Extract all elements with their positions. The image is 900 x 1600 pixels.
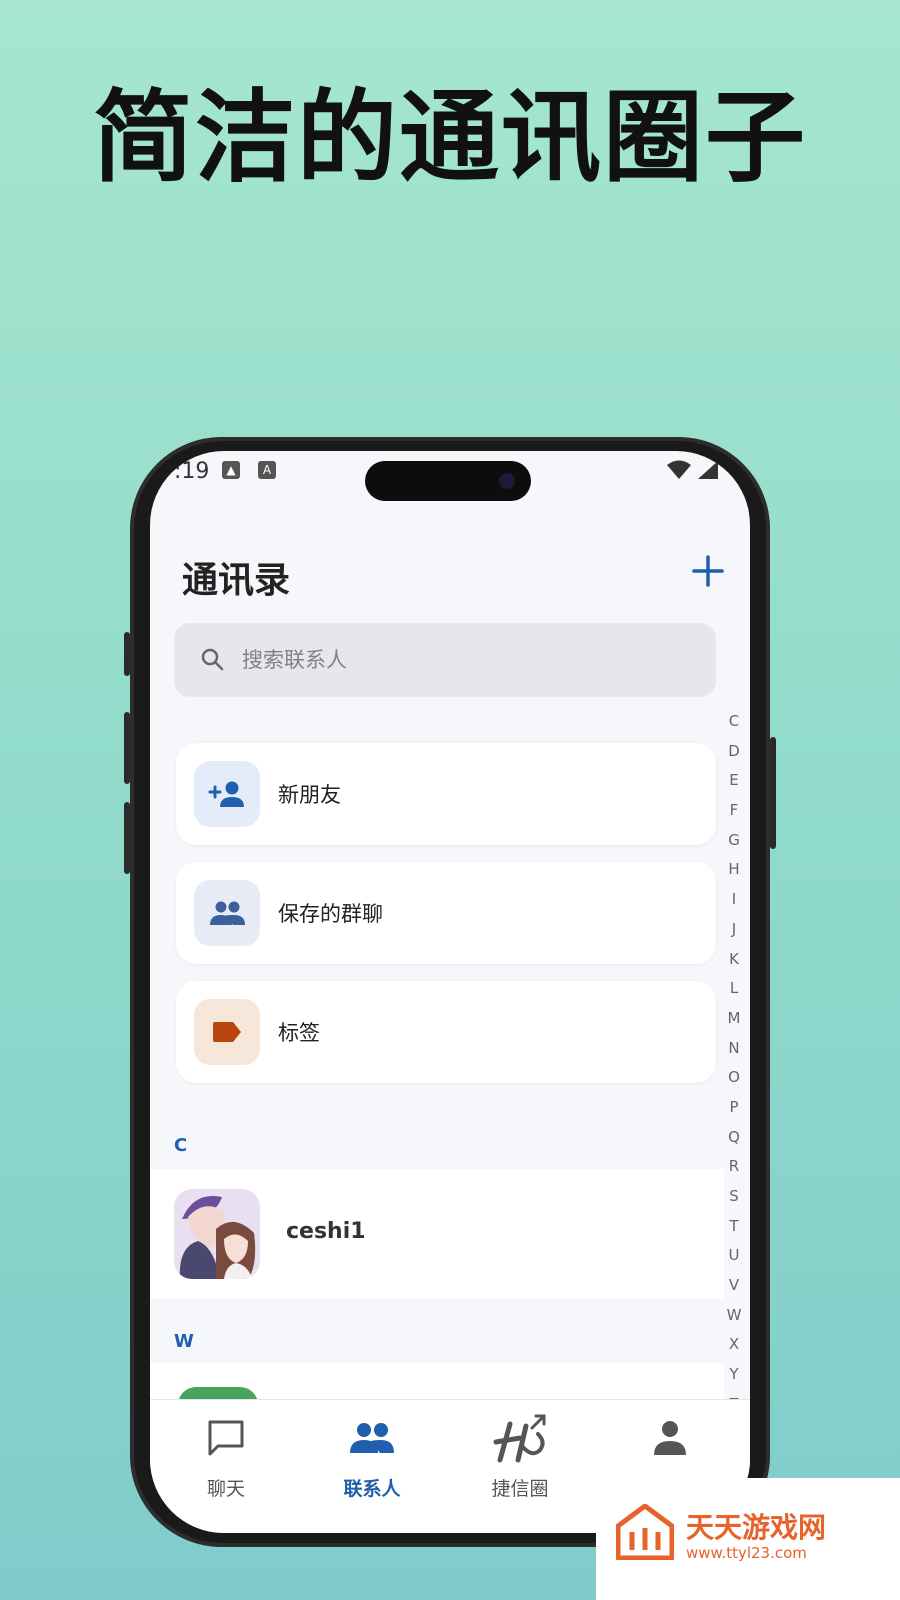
gallery-icon: ▲	[222, 461, 240, 479]
chat-icon	[166, 1412, 286, 1464]
index-letter[interactable]: O	[722, 1063, 746, 1093]
contact-row-partial[interactable]	[150, 1363, 724, 1417]
watermark-text: 天天游戏网	[686, 1511, 827, 1544]
tags-label: 标签	[278, 1021, 320, 1045]
contact-name: ceshi1	[286, 1219, 366, 1244]
page-title: 通讯录	[182, 560, 291, 601]
index-letter[interactable]: D	[722, 737, 746, 767]
index-letter[interactable]: X	[722, 1330, 746, 1360]
tab-label: 捷信圈	[491, 1478, 549, 1500]
index-letter[interactable]: P	[722, 1093, 746, 1123]
tag-icon	[194, 999, 260, 1065]
index-letter[interactable]: M	[722, 1004, 746, 1034]
index-letter[interactable]: J	[722, 915, 746, 945]
wifi-icon	[667, 460, 691, 479]
index-letter[interactable]: W	[722, 1301, 746, 1331]
tab-chat[interactable]: 聊天	[166, 1412, 286, 1501]
new-friends-label: 新朋友	[278, 783, 341, 807]
contacts-icon	[312, 1412, 432, 1464]
index-letter[interactable]: G	[722, 826, 746, 856]
avatar	[174, 1189, 260, 1279]
search-input[interactable]	[242, 639, 662, 681]
tags-card[interactable]: 标签	[176, 981, 716, 1083]
index-letter[interactable]: K	[722, 945, 746, 975]
index-letter[interactable]: Q	[722, 1123, 746, 1153]
watermark-logo-icon	[616, 1504, 674, 1560]
add-contact-button[interactable]	[688, 551, 728, 591]
saved-groups-card[interactable]: 保存的群聊	[176, 862, 716, 964]
index-letter[interactable]: N	[722, 1034, 746, 1064]
dynamic-island	[365, 461, 531, 501]
phone-side-button	[124, 632, 130, 676]
tab-label: 联系人	[343, 1478, 401, 1500]
index-letter[interactable]: V	[722, 1271, 746, 1301]
phone-screen: :19 ▲ A 通讯录 搜索联系人 新朋友 保存的群聊 标签 C ceshi1 …	[150, 451, 750, 1533]
phone-frame: :19 ▲ A 通讯录 搜索联系人 新朋友 保存的群聊 标签 C ceshi1 …	[124, 437, 776, 1547]
index-letter[interactable]: E	[722, 766, 746, 796]
index-letter[interactable]: U	[722, 1241, 746, 1271]
group-icon	[194, 880, 260, 946]
index-letter[interactable]: L	[722, 974, 746, 1004]
watermark-url: www.ttyl23.com	[686, 1544, 807, 1562]
section-header-w: W	[174, 1331, 194, 1352]
search-bar[interactable]	[174, 623, 716, 697]
index-letter[interactable]: F	[722, 796, 746, 826]
watermark: 天天游戏网 www.ttyl23.com	[596, 1478, 900, 1600]
index-letter[interactable]: Y	[722, 1360, 746, 1390]
status-time: :19	[174, 459, 210, 484]
phone-power-button	[770, 737, 776, 849]
search-icon	[201, 648, 224, 671]
phone-volume-up	[124, 712, 130, 784]
section-header-c: C	[174, 1135, 188, 1156]
profile-icon	[610, 1412, 730, 1464]
index-letter[interactable]: C	[722, 707, 746, 737]
index-letter[interactable]: R	[722, 1152, 746, 1182]
moments-icon	[460, 1412, 580, 1464]
phone-volume-down	[124, 802, 130, 874]
saved-groups-label: 保存的群聊	[278, 902, 383, 926]
index-letter[interactable]: H	[722, 855, 746, 885]
alphabet-index[interactable]: C D E F G H I J K L M N O P Q R S T U V …	[722, 707, 746, 1420]
contact-row[interactable]: ceshi1	[150, 1169, 724, 1299]
index-letter[interactable]: I	[722, 885, 746, 915]
a-icon: A	[258, 461, 276, 479]
tab-label: 聊天	[206, 1478, 245, 1500]
index-letter[interactable]: T	[722, 1212, 746, 1242]
signal-icon	[698, 461, 718, 479]
index-letter[interactable]: S	[722, 1182, 746, 1212]
new-friends-card[interactable]: 新朋友	[176, 743, 716, 845]
headline: 简洁的通讯圈子	[93, 79, 807, 196]
tab-contacts[interactable]: 联系人	[312, 1412, 432, 1501]
tab-moments[interactable]: 捷信圈	[460, 1412, 580, 1501]
add-person-icon	[194, 761, 260, 827]
